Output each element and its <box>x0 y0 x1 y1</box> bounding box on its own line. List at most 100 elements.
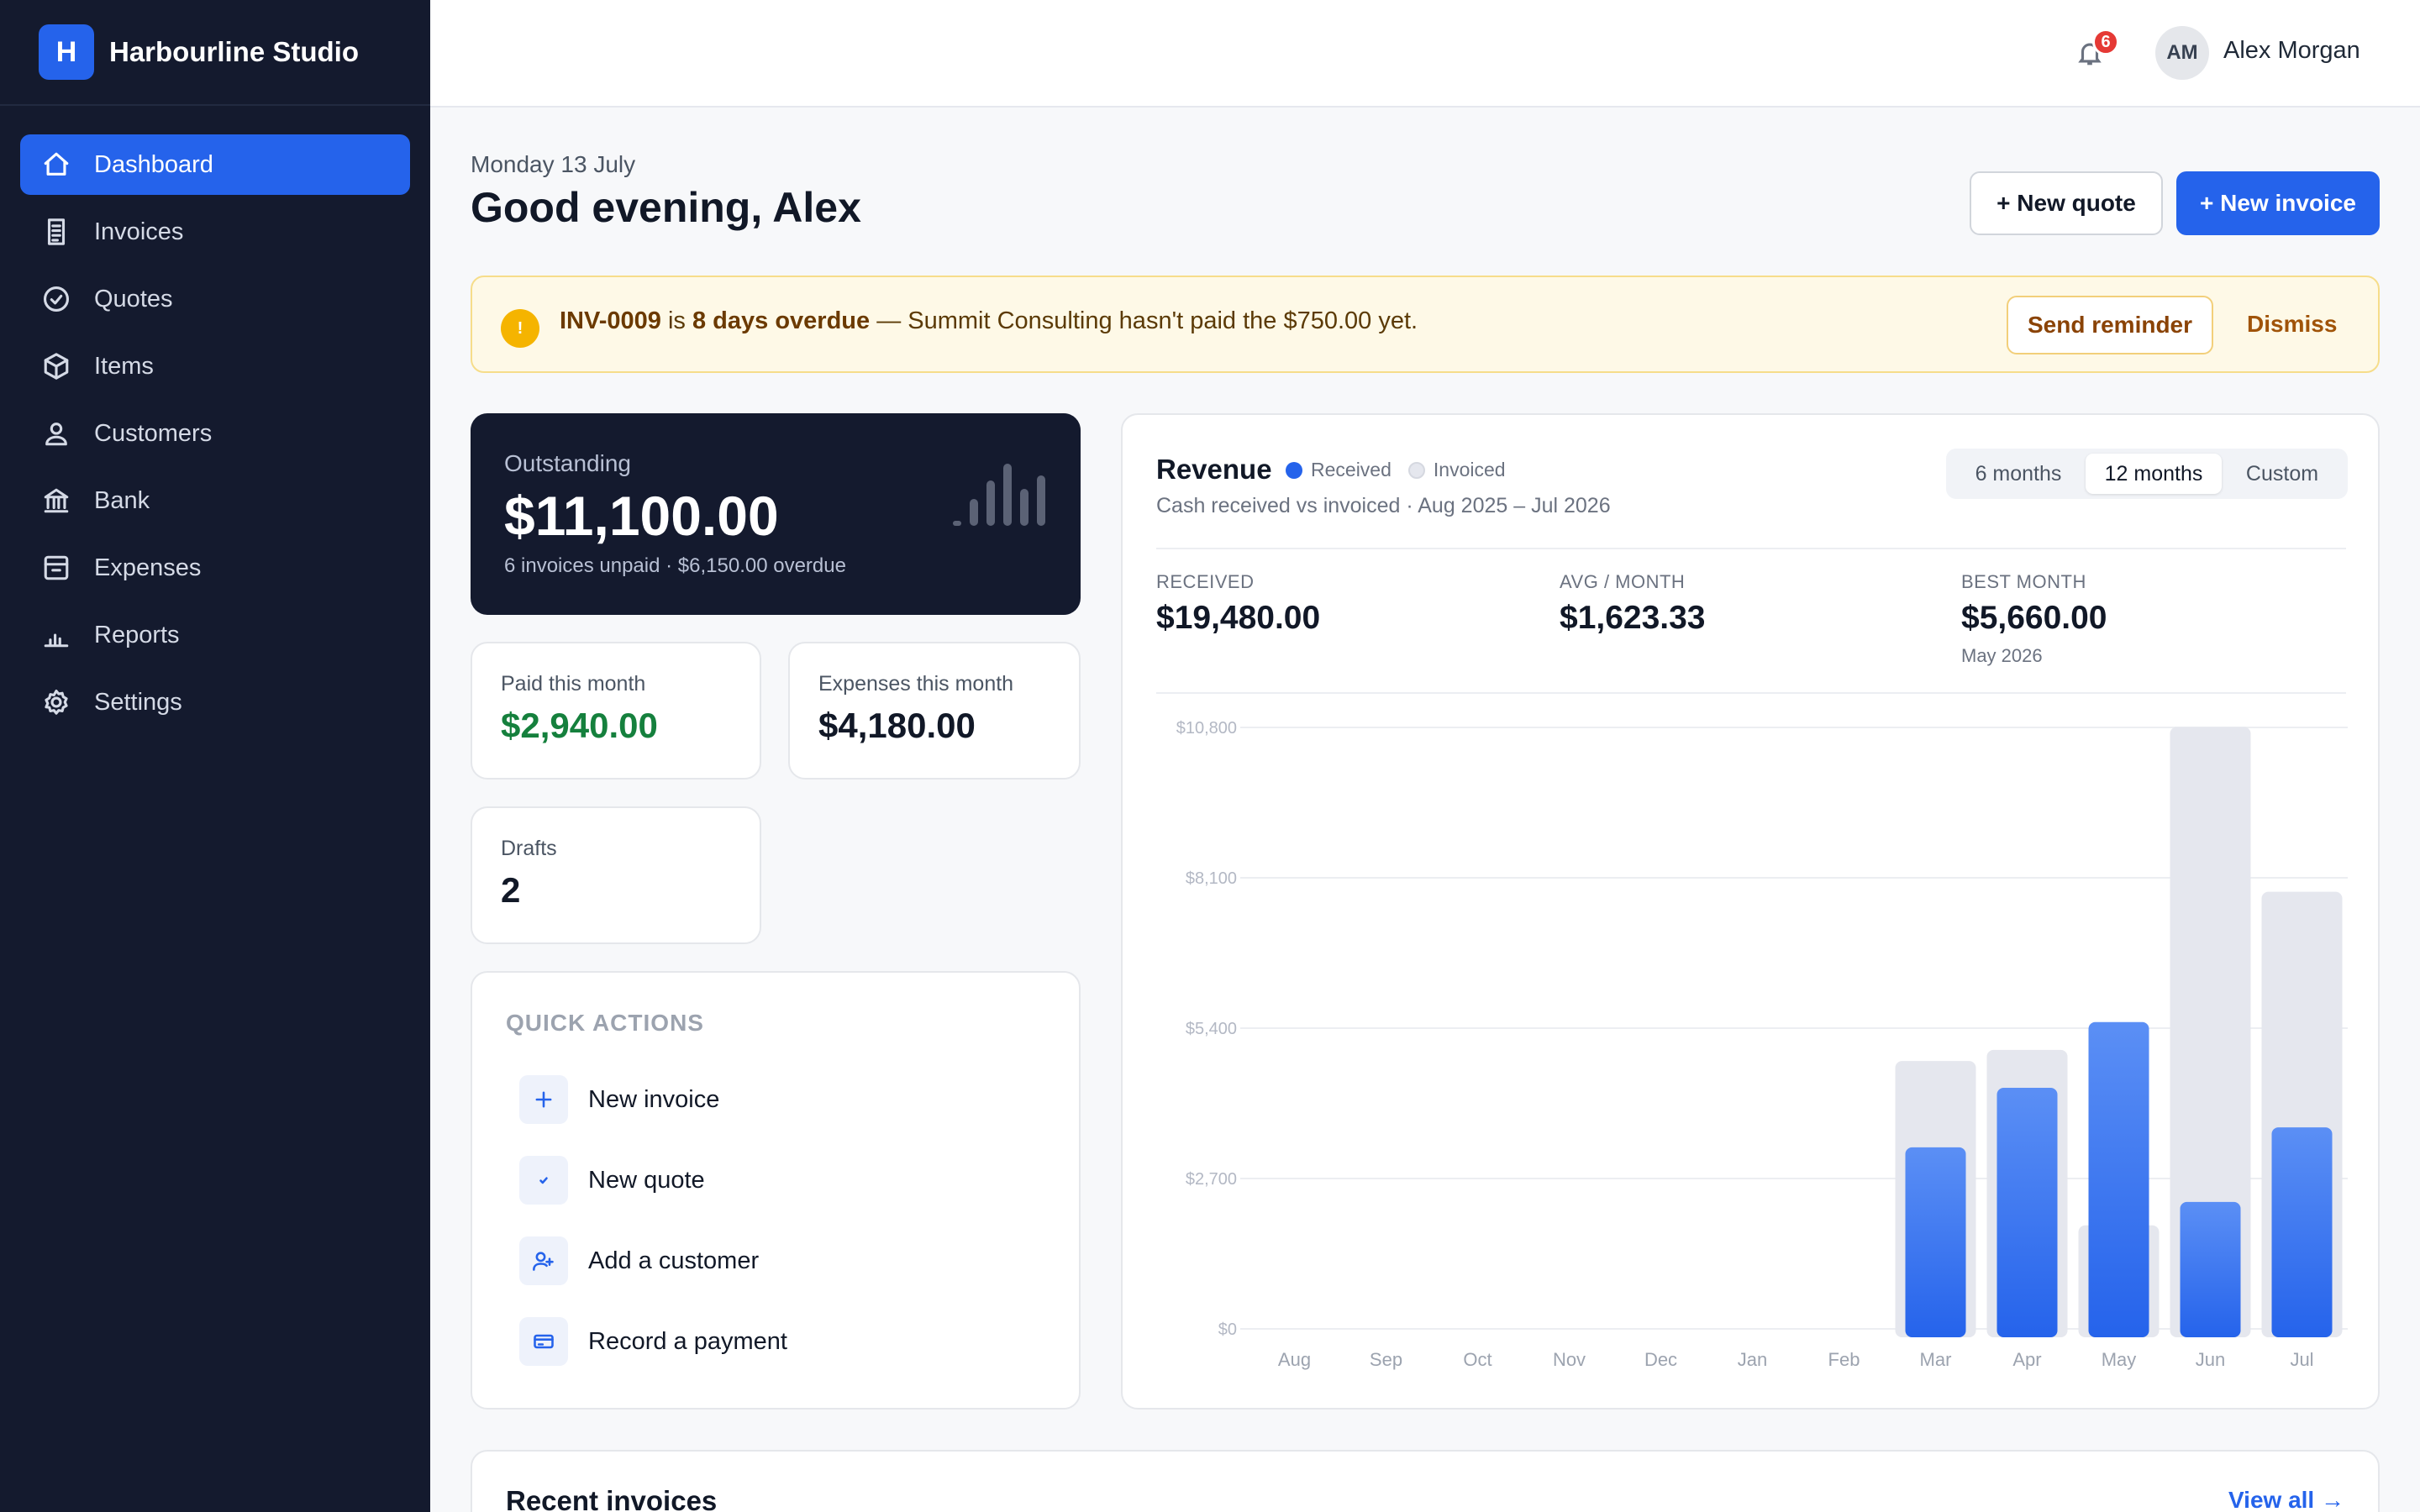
check-icon <box>519 1156 568 1205</box>
outstanding-value: $11,100.00 <box>504 485 779 547</box>
paid-value: $2,940.00 <box>501 706 658 745</box>
x-tick-label: Dec <box>1644 1349 1677 1370</box>
sparkline-icon <box>953 464 1045 526</box>
sidebar-item-reports[interactable]: Reports <box>20 605 410 665</box>
quick-action-new-invoice[interactable]: New invoice <box>519 1075 719 1124</box>
quick-action-label: Add a customer <box>588 1247 760 1274</box>
notification-badge: 6 <box>2092 29 2119 55</box>
quick-action-record-payment[interactable]: Record a payment <box>519 1317 787 1366</box>
recent-invoices-title: Recent invoices <box>506 1485 718 1512</box>
revenue-chart: $10,800 $8,100 $5,400 $2,700 $0 Aug Sep Oct Nov D… <box>1176 719 2348 1370</box>
x-tick-label: Mar <box>1920 1349 1952 1370</box>
paid-label: Paid this month <box>501 672 646 696</box>
wallet-icon <box>42 554 71 582</box>
expenses-label: Expenses this month <box>818 672 1014 696</box>
alert-invoice-id[interactable]: INV-0009 <box>560 307 661 334</box>
x-tick-label: May <box>2102 1349 2137 1370</box>
user-name[interactable]: Alex Morgan <box>2223 37 2360 65</box>
x-tick-label: Apr <box>2012 1349 2041 1370</box>
received-bar <box>1996 1087 2058 1337</box>
y-tick-label: $8,100 <box>1186 869 1237 888</box>
x-tick-label: Nov <box>1553 1349 1586 1370</box>
sidebar-item-label: Customers <box>94 419 213 447</box>
new-quote-button[interactable]: + New quote <box>1970 171 2163 235</box>
gear-icon <box>42 688 71 717</box>
overdue-alert: ! INV-0009 is 8 days overdue — Summit Co… <box>471 276 2380 373</box>
y-tick-label: $0 <box>1218 1320 1237 1339</box>
plus-icon <box>519 1075 568 1124</box>
received-bar <box>2180 1201 2241 1337</box>
send-reminder-button[interactable]: Send reminder <box>2007 296 2213 354</box>
alert-rest-text: — Summit Consulting hasn't paid the $750… <box>870 307 1418 334</box>
quick-actions-panel: QUICK ACTIONS New invoice New quote Add … <box>471 971 1081 1410</box>
recent-invoices-panel: Recent invoices View all → <box>471 1450 2380 1512</box>
box-icon <box>42 352 71 381</box>
view-all-link[interactable]: View all → <box>2228 1487 2344 1512</box>
bar-chart-icon <box>42 621 71 649</box>
quick-action-label: Record a payment <box>588 1327 787 1355</box>
x-tick-label: Feb <box>1828 1349 1860 1370</box>
brand-logo: H <box>39 24 94 80</box>
quick-action-new-quote[interactable]: New quote <box>519 1156 705 1205</box>
alert-is-text: is <box>660 307 692 334</box>
quick-action-add-customer[interactable]: Add a customer <box>519 1236 759 1285</box>
sidebar-item-customers[interactable]: Customers <box>20 403 410 464</box>
x-tick-label: Jul <box>2290 1349 2313 1370</box>
card-icon <box>519 1317 568 1366</box>
sidebar-item-settings[interactable]: Settings <box>20 672 410 732</box>
sidebar-item-label: Settings <box>94 688 182 716</box>
sidebar-item-label: Invoices <box>94 218 184 245</box>
drafts-value: 2 <box>501 870 521 910</box>
new-invoice-button[interactable]: + New invoice <box>2176 171 2380 235</box>
sidebar-item-label: Items <box>94 352 154 380</box>
received-bar <box>1905 1147 1966 1337</box>
sidebar-item-invoices[interactable]: Invoices <box>20 202 410 262</box>
quick-actions-title: QUICK ACTIONS <box>506 1010 704 1036</box>
outstanding-label: Outstanding <box>504 450 631 476</box>
dismiss-button[interactable]: Dismiss <box>2247 311 2337 338</box>
quick-action-label: New invoice <box>588 1085 720 1113</box>
page-date: Monday 13 July <box>471 151 636 177</box>
y-tick-label: $10,800 <box>1176 719 1237 738</box>
home-icon <box>42 150 71 179</box>
sidebar-item-expenses[interactable]: Expenses <box>20 538 410 598</box>
revenue-card: Revenue Received Invoiced Cash received … <box>1121 413 2380 1410</box>
alert-overdue-text: 8 days overdue <box>692 307 871 334</box>
sidebar-item-label: Bank <box>94 486 150 514</box>
sidebar-nav: Dashboard Invoices Quotes Items Customer… <box>0 106 430 732</box>
topbar <box>430 0 2420 108</box>
received-bar <box>2271 1127 2333 1337</box>
y-tick-label: $2,700 <box>1186 1170 1237 1189</box>
sidebar-item-label: Reports <box>94 621 180 648</box>
drafts-label: Drafts <box>501 837 557 860</box>
outstanding-sub: 6 invoices unpaid · $6,150.00 overdue <box>504 554 846 577</box>
page-title: Good evening, Alex <box>471 184 861 231</box>
check-circle-icon <box>42 285 71 313</box>
brand[interactable]: H Harbourline Studio <box>0 0 430 106</box>
brand-name: Harbourline Studio <box>109 36 359 67</box>
sidebar-item-bank[interactable]: Bank <box>20 470 410 531</box>
x-tick-label: Jun <box>2196 1349 2225 1370</box>
user-icon <box>42 419 71 448</box>
x-tick-label: Sep <box>1370 1349 1402 1370</box>
avatar[interactable]: AM <box>2155 26 2209 80</box>
y-tick-label: $5,400 <box>1186 1020 1237 1038</box>
sidebar-item-items[interactable]: Items <box>20 336 410 396</box>
sidebar-item-label: Quotes <box>94 285 173 312</box>
sidebar-item-label: Dashboard <box>94 150 213 178</box>
sidebar-item-label: Expenses <box>94 554 202 581</box>
receipt-icon <box>42 218 71 246</box>
warning-icon: ! <box>501 309 539 348</box>
x-tick-label: Aug <box>1278 1349 1311 1370</box>
quick-action-label: New quote <box>588 1166 705 1194</box>
sidebar-item-quotes[interactable]: Quotes <box>20 269 410 329</box>
expenses-this-month-card[interactable]: Expenses this month $4,180.00 <box>788 642 1081 780</box>
drafts-card[interactable]: Drafts 2 <box>471 806 761 944</box>
alert-message: INV-0009 is 8 days overdue — Summit Cons… <box>560 307 1418 335</box>
outstanding-card[interactable]: Outstanding $11,100.00 6 invoices unpaid… <box>471 413 1081 615</box>
x-tick-label: Oct <box>1463 1349 1491 1370</box>
bank-icon <box>42 486 71 515</box>
paid-this-month-card[interactable]: Paid this month $2,940.00 <box>471 642 761 780</box>
sidebar-item-dashboard[interactable]: Dashboard <box>20 134 410 195</box>
user-plus-icon <box>519 1236 568 1285</box>
